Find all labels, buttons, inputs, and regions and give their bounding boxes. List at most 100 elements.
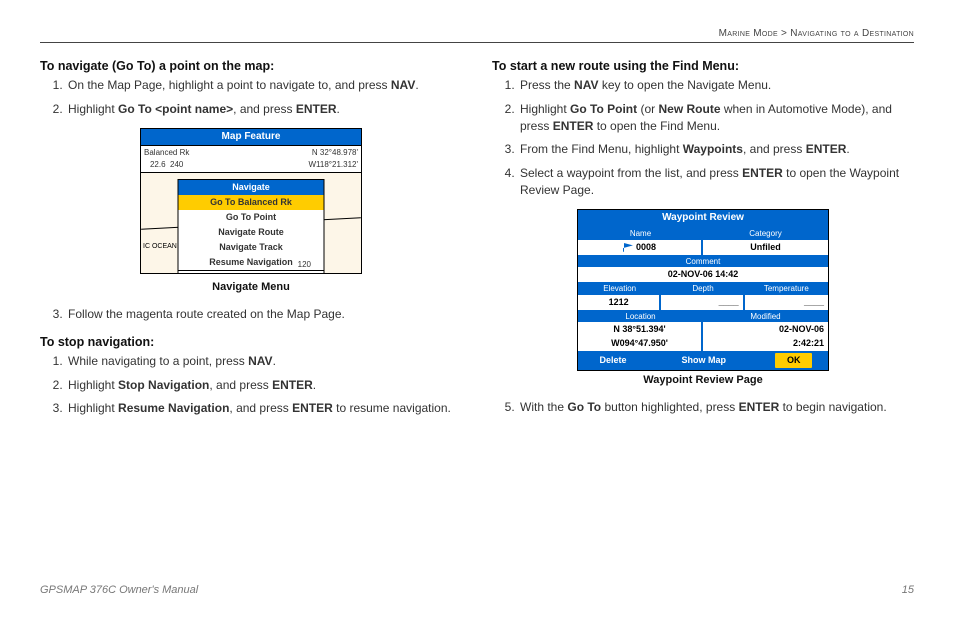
lbl-elevation: Elevation bbox=[578, 283, 661, 295]
text: On the Map Page, highlight a point to na… bbox=[68, 78, 391, 92]
key-enter: ENTER bbox=[272, 378, 313, 392]
text: Press the bbox=[520, 78, 574, 92]
text: While navigating to a point, press bbox=[68, 354, 248, 368]
fig1-title: Map Feature bbox=[141, 129, 361, 147]
key-enter: ENTER bbox=[742, 166, 783, 180]
menu-item: Go To <point name> bbox=[118, 102, 233, 116]
key-enter: ENTER bbox=[739, 400, 780, 414]
key-enter: ENTER bbox=[292, 401, 333, 415]
fig2-caption: Waypoint Review Page bbox=[492, 373, 914, 389]
val-location[interactable]: N 38°51.394' W094°47.950' bbox=[578, 322, 703, 350]
menu-item: Go To bbox=[567, 400, 601, 414]
lbl-location: Location bbox=[578, 311, 703, 323]
key-nav: NAV bbox=[574, 78, 598, 92]
coord-lat: N 32°48.978' bbox=[309, 147, 359, 159]
text: Highlight bbox=[520, 102, 570, 116]
step: Highlight Resume Navigation, and press E… bbox=[66, 400, 462, 417]
text: to open the Find Menu. bbox=[593, 119, 720, 133]
popup-item[interactable]: Navigate Route bbox=[179, 225, 324, 240]
menu-item: New Route bbox=[658, 102, 720, 116]
coord-lon: W094°47.950' bbox=[582, 337, 697, 350]
steps-find-menu: Press the NAV key to open the Navigate M… bbox=[492, 77, 914, 199]
menu-item: Resume Navigation bbox=[118, 401, 229, 415]
text: button highlighted, press bbox=[601, 400, 738, 414]
text: to resume navigation. bbox=[333, 401, 451, 415]
mod-time: 2:42:21 bbox=[707, 337, 824, 350]
steps-stop-nav: While navigating to a point, press NAV. … bbox=[40, 353, 462, 417]
text: . bbox=[273, 354, 276, 368]
footer-page: 15 bbox=[902, 584, 914, 596]
val-elevation[interactable]: 1212 bbox=[578, 295, 661, 310]
delete-button[interactable]: Delete bbox=[593, 353, 632, 368]
val-modified: 02-NOV-06 2:42:21 bbox=[703, 322, 828, 350]
coord-lat: N 38°51.394' bbox=[582, 323, 697, 336]
fig1-caption: Navigate Menu bbox=[40, 280, 462, 296]
text: key to open the Navigate Menu. bbox=[598, 78, 771, 92]
poi-name: Balanced Rk bbox=[144, 147, 189, 159]
key-enter: ENTER bbox=[296, 102, 337, 116]
breadcrumb-sep: > bbox=[781, 28, 787, 39]
text: From the Find Menu, highlight bbox=[520, 142, 683, 156]
text: With the bbox=[520, 400, 567, 414]
popup-item[interactable]: Go To Point bbox=[179, 210, 324, 225]
step: From the Find Menu, highlight Waypoints,… bbox=[518, 141, 914, 158]
popup-item[interactable]: Navigate Track bbox=[179, 240, 324, 255]
section-title-stop-nav: To stop navigation: bbox=[40, 333, 462, 351]
section-title-goto-map: To navigate (Go To) a point on the map: bbox=[40, 57, 462, 75]
text: Highlight bbox=[68, 378, 118, 392]
menu-item: Stop Navigation bbox=[118, 378, 209, 392]
popup-title: Navigate bbox=[179, 180, 324, 195]
lbl-name: Name bbox=[578, 228, 703, 240]
fig2-button-bar: Delete Show Map OK bbox=[578, 351, 828, 370]
ok-button[interactable]: OK bbox=[775, 353, 813, 368]
text: . bbox=[313, 378, 316, 392]
val-category[interactable]: Unfiled bbox=[703, 240, 828, 255]
lbl-modified: Modified bbox=[703, 311, 828, 323]
section-title-find-menu: To start a new route using the Find Menu… bbox=[492, 57, 914, 75]
popup-item-selected[interactable]: Go To Balanced Rk bbox=[179, 195, 324, 210]
menu-item: Waypoints bbox=[683, 142, 743, 156]
lbl-category: Category bbox=[703, 228, 828, 240]
lbl-comment: Comment bbox=[578, 256, 828, 268]
step: Select a waypoint from the list, and pre… bbox=[518, 165, 914, 200]
lbl-depth: Depth bbox=[661, 283, 744, 295]
steps-goto-map: On the Map Page, highlight a point to na… bbox=[40, 77, 462, 118]
step: Highlight Go To <point name>, and press … bbox=[66, 101, 462, 118]
text: (or bbox=[637, 102, 658, 116]
figure-waypoint-review: Waypoint Review Name 0008 Category Unfil… bbox=[492, 209, 914, 388]
breadcrumb-a: Marine Mode bbox=[719, 28, 778, 39]
val-comment[interactable]: 02-NOV-06 14:42 bbox=[578, 267, 828, 282]
text: . bbox=[415, 78, 418, 92]
show-map-button[interactable]: Show Map bbox=[675, 353, 732, 368]
step: On the Map Page, highlight a point to na… bbox=[66, 77, 462, 94]
footer: GPSMAP 376C Owner's Manual 15 bbox=[40, 584, 914, 596]
mod-date: 02-NOV-06 bbox=[707, 323, 824, 336]
steps-goto-map-cont: Follow the magenta route created on the … bbox=[40, 306, 462, 323]
text: to begin navigation. bbox=[779, 400, 886, 414]
step: Follow the magenta route created on the … bbox=[66, 306, 462, 323]
key-nav: NAV bbox=[391, 78, 415, 92]
waypoint-flag-icon bbox=[623, 243, 633, 252]
right-column: To start a new route using the Find Menu… bbox=[492, 53, 914, 428]
text: , and press bbox=[233, 102, 296, 116]
text: , and press bbox=[743, 142, 806, 156]
text: . bbox=[846, 142, 849, 156]
ocean-label: IC OCEAN bbox=[143, 242, 177, 252]
step: While navigating to a point, press NAV. bbox=[66, 353, 462, 370]
val-name[interactable]: 0008 bbox=[578, 240, 703, 255]
breadcrumb: Marine Mode > Navigating to a Destinatio… bbox=[40, 28, 914, 43]
fig1-map: IC OCEAN Navigate Go To Balanced Rk Go T… bbox=[141, 173, 361, 273]
text: , and press bbox=[209, 378, 272, 392]
val-temperature[interactable]: ____ bbox=[745, 295, 828, 310]
lbl-temperature: Temperature bbox=[745, 283, 828, 295]
key-nav: NAV bbox=[248, 354, 272, 368]
coord-lon: W118°21.312' bbox=[309, 159, 359, 171]
figure-navigate-menu: Map Feature Balanced Rk 22.6 240 N 32°48… bbox=[40, 128, 462, 296]
breadcrumb-b: Navigating to a Destination bbox=[790, 28, 914, 39]
fig1-topleft: Balanced Rk 22.6 240 bbox=[144, 147, 189, 170]
fig2-title: Waypoint Review bbox=[578, 210, 828, 227]
step: Highlight Stop Navigation, and press ENT… bbox=[66, 377, 462, 394]
text: Highlight bbox=[68, 401, 118, 415]
step: With the Go To button highlighted, press… bbox=[518, 399, 914, 416]
val-depth[interactable]: ____ bbox=[661, 295, 744, 310]
